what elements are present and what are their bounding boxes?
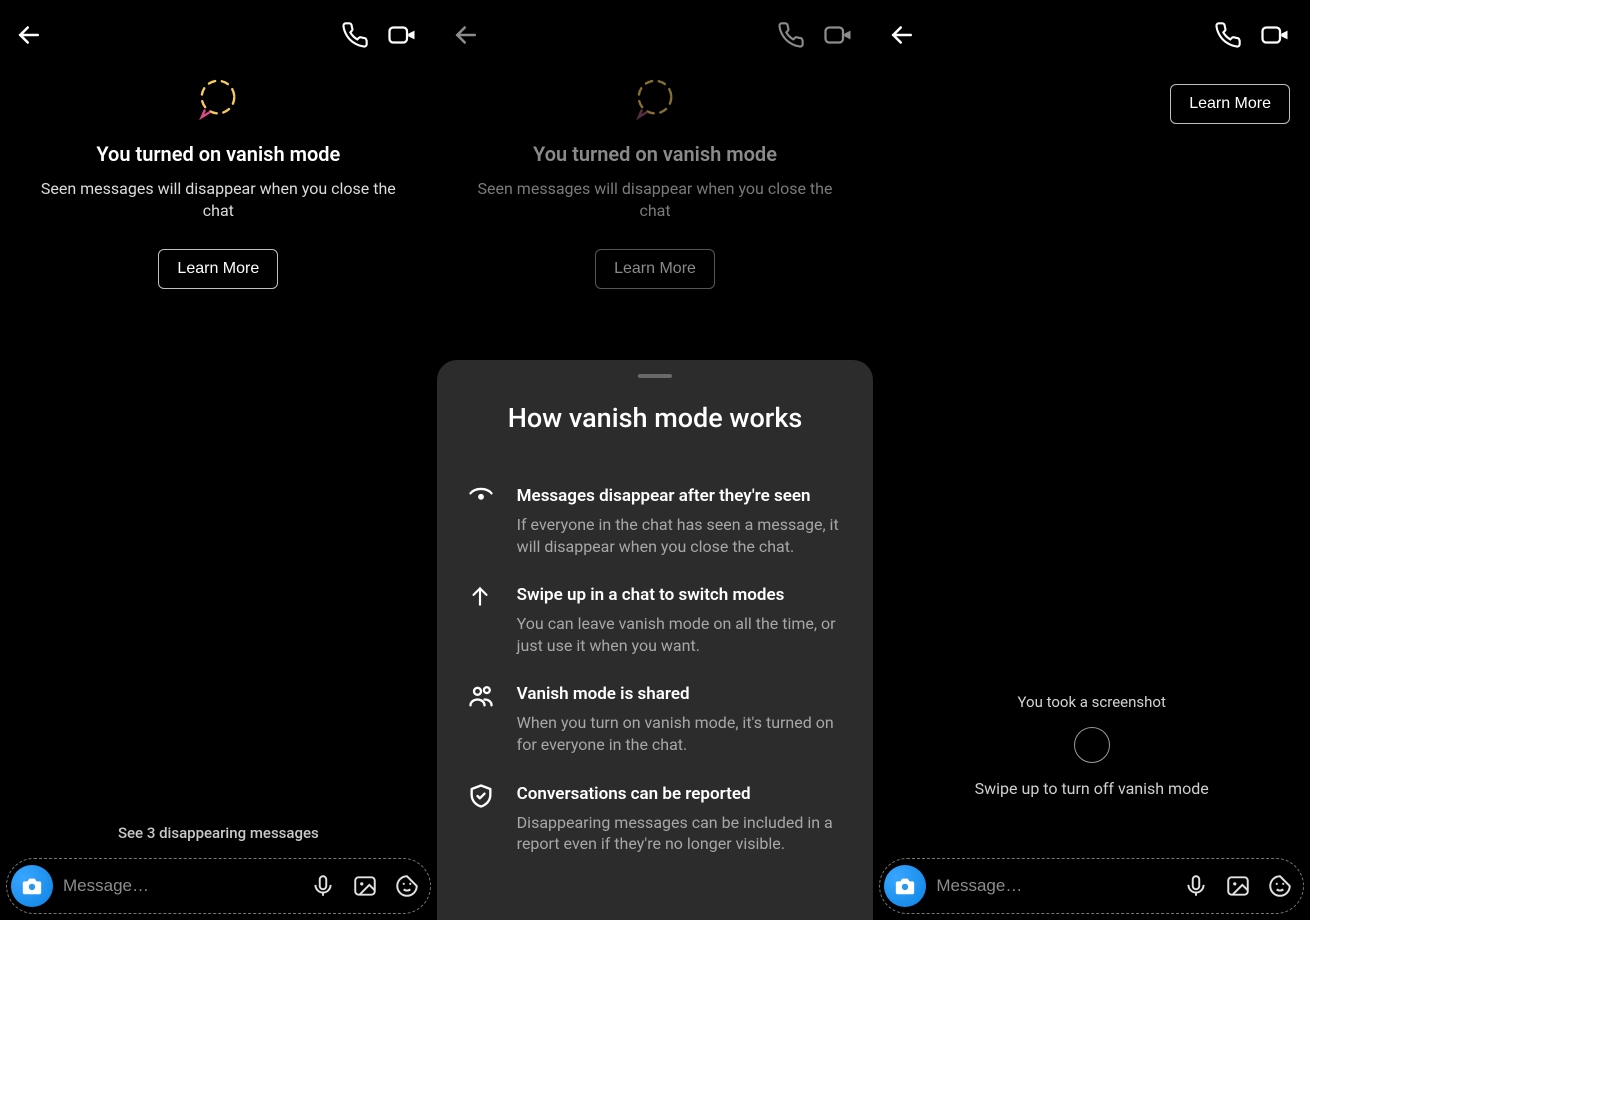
chat-header xyxy=(0,0,437,56)
people-icon xyxy=(467,682,495,710)
vanish-title: You turned on vanish mode xyxy=(30,142,407,166)
video-icon[interactable] xyxy=(823,20,853,50)
vanish-subtitle: Seen messages will disappear when you cl… xyxy=(38,178,398,223)
sheet-item-desc: Disappearing messages can be included in… xyxy=(517,812,844,855)
sheet-item-title: Swipe up in a chat to switch modes xyxy=(517,585,844,605)
message-composer xyxy=(6,858,431,914)
sticker-icon[interactable] xyxy=(394,873,420,899)
phone-icon[interactable] xyxy=(341,21,369,49)
vanish-info-sheet[interactable]: How vanish mode works Messages disappear… xyxy=(437,360,874,920)
vanish-status-block: You took a screenshot Swipe up to turn o… xyxy=(873,693,1310,798)
vanish-subtitle: Seen messages will disappear when you cl… xyxy=(475,178,835,223)
message-input[interactable] xyxy=(936,876,1173,896)
back-icon[interactable] xyxy=(887,20,917,50)
disappearing-messages-notice[interactable]: See 3 disappearing messages xyxy=(0,824,437,842)
back-icon[interactable] xyxy=(451,20,481,50)
screenshot-frame: You turned on vanish mode Seen messages … xyxy=(0,0,1310,920)
sheet-item-title: Vanish mode is shared xyxy=(517,684,844,704)
panel-vanish-intro: You turned on vanish mode Seen messages … xyxy=(0,0,437,920)
video-icon[interactable] xyxy=(387,20,417,50)
shield-check-icon xyxy=(467,782,495,810)
back-icon[interactable] xyxy=(14,20,44,50)
sheet-title: How vanish mode works xyxy=(467,402,844,434)
panel-vanish-active: Learn More You took a screenshot Swipe u… xyxy=(873,0,1310,920)
sheet-item-desc: If everyone in the chat has seen a messa… xyxy=(517,514,844,557)
eye-icon xyxy=(467,484,495,512)
vanish-badge-icon xyxy=(195,76,241,122)
message-composer xyxy=(879,858,1304,914)
panel-vanish-sheet: You turned on vanish mode Seen messages … xyxy=(437,0,874,920)
sheet-item: Conversations can be reported Disappeari… xyxy=(467,784,844,855)
sheet-item-desc: When you turn on vanish mode, it's turne… xyxy=(517,712,844,755)
chat-header xyxy=(437,0,874,56)
mic-icon[interactable] xyxy=(1183,873,1209,899)
sheet-item: Swipe up in a chat to switch modes You c… xyxy=(467,585,844,656)
swipe-hint: Swipe up to turn off vanish mode xyxy=(873,779,1310,798)
message-input[interactable] xyxy=(63,876,300,896)
sticker-icon[interactable] xyxy=(1267,873,1293,899)
sheet-item-title: Conversations can be reported xyxy=(517,784,844,804)
vanish-intro-block: You turned on vanish mode Seen messages … xyxy=(0,76,437,289)
vanish-intro-block: You turned on vanish mode Seen messages … xyxy=(437,76,874,289)
learn-more-button[interactable]: Learn More xyxy=(595,249,715,289)
mic-icon[interactable] xyxy=(310,873,336,899)
vanish-badge-icon xyxy=(632,76,678,122)
screenshot-notice: You took a screenshot xyxy=(873,693,1310,711)
video-icon[interactable] xyxy=(1260,20,1290,50)
sheet-item-desc: You can leave vanish mode on all the tim… xyxy=(517,613,844,656)
phone-icon[interactable] xyxy=(777,21,805,49)
learn-more-button[interactable]: Learn More xyxy=(1170,84,1290,124)
image-icon[interactable] xyxy=(352,873,378,899)
phone-icon[interactable] xyxy=(1214,21,1242,49)
learn-more-button[interactable]: Learn More xyxy=(158,249,278,289)
camera-button[interactable] xyxy=(11,865,53,907)
sheet-item: Messages disappear after they're seen If… xyxy=(467,486,844,557)
sheet-drag-handle[interactable] xyxy=(638,374,672,378)
chat-header xyxy=(873,0,1310,56)
sheet-item-title: Messages disappear after they're seen xyxy=(517,486,844,506)
sheet-item: Vanish mode is shared When you turn on v… xyxy=(467,684,844,755)
image-icon[interactable] xyxy=(1225,873,1251,899)
camera-button[interactable] xyxy=(884,865,926,907)
arrow-up-icon xyxy=(467,583,495,609)
vanish-title: You turned on vanish mode xyxy=(467,142,844,166)
loading-spinner-icon xyxy=(1074,727,1110,763)
